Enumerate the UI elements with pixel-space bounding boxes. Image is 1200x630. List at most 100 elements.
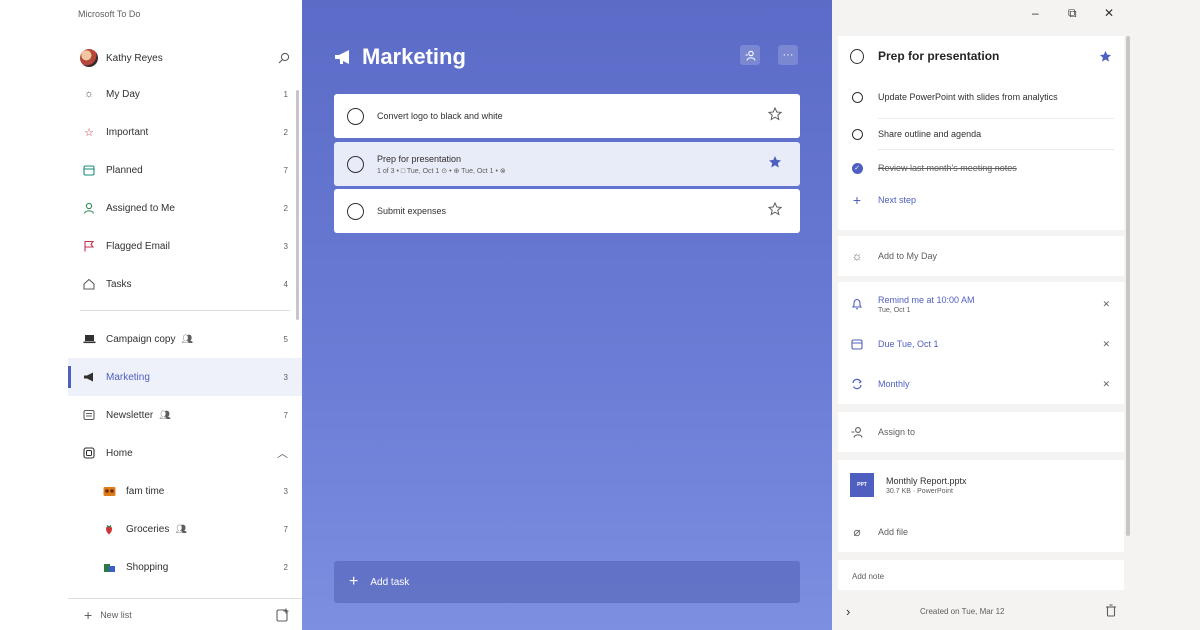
detail-title-row: Prep for presentation bbox=[838, 44, 1124, 68]
star-filled-icon[interactable] bbox=[1099, 50, 1112, 63]
new-list-row[interactable]: + New list bbox=[68, 598, 302, 630]
laptop-icon bbox=[82, 332, 96, 346]
step-item[interactable]: Update PowerPoint with slides from analy… bbox=[838, 78, 1124, 116]
step-label[interactable]: Review last month's meeting notes bbox=[878, 163, 1017, 173]
repeat-row[interactable]: Monthly ✕ bbox=[838, 368, 1124, 400]
task-title: Prep for presentation bbox=[377, 153, 462, 164]
sidebar-item-groceries[interactable]: Groceries 👥︎ 7 bbox=[68, 510, 302, 548]
sidebar-item-label: Important bbox=[106, 126, 149, 138]
sidebar-item-label: Tasks bbox=[106, 278, 132, 290]
task-meta: 1 of 3 • □ Tue, Oct 1 ⊙ • ⊕ Tue, Oct 1 •… bbox=[377, 167, 506, 175]
ppt-file-icon: PPT bbox=[850, 473, 874, 497]
sidebar-scrollbar[interactable] bbox=[296, 90, 299, 320]
calendar-icon bbox=[850, 337, 864, 351]
task-title: Convert logo to black and white bbox=[377, 111, 503, 121]
shared-icon: 👥︎ bbox=[181, 333, 193, 344]
profile-name: Kathy Reyes bbox=[106, 52, 163, 64]
task-item[interactable]: Convert logo to black and white bbox=[334, 94, 800, 138]
sidebar-item-label: Assigned to Me bbox=[106, 202, 175, 214]
sidebar-item-marketing[interactable]: Marketing 3 bbox=[68, 358, 302, 396]
reminder-date: Tue, Oct 1 bbox=[878, 306, 911, 314]
note-card[interactable]: Add note bbox=[838, 560, 1124, 590]
file-name: Monthly Report.pptx bbox=[886, 475, 967, 486]
step-checkbox[interactable] bbox=[851, 91, 863, 103]
collapse-pane-icon[interactable]: › bbox=[846, 604, 850, 619]
sidebar-item-flagged-email[interactable]: Flagged Email 3 bbox=[68, 227, 302, 265]
step-item-completed[interactable]: ✓ Review last month's meeting notes bbox=[838, 156, 1124, 180]
chevron-up-icon[interactable]: ︿ bbox=[277, 445, 288, 461]
detail-title[interactable]: Prep for presentation bbox=[878, 49, 999, 63]
minimize-icon[interactable]: – bbox=[1032, 6, 1039, 20]
task-item[interactable]: Submit expenses bbox=[334, 189, 800, 233]
star-filled-icon[interactable] bbox=[768, 155, 782, 169]
share-list-button[interactable] bbox=[740, 45, 760, 65]
sidebar-item-fam-time[interactable]: fam time 3 bbox=[68, 472, 302, 510]
star-icon: ☆ bbox=[84, 126, 94, 139]
assign-label: Assign to bbox=[878, 427, 916, 437]
complete-checkbox[interactable] bbox=[347, 107, 364, 125]
step-label[interactable]: Update PowerPoint with slides from analy… bbox=[878, 91, 1068, 104]
restore-icon[interactable]: ⧉ bbox=[1068, 6, 1077, 21]
add-to-my-day-card[interactable]: ☼ Add to My Day bbox=[838, 236, 1124, 276]
sidebar-item-assigned-to-me[interactable]: Assigned to Me 2 bbox=[68, 189, 302, 227]
sidebar-item-label: Marketing bbox=[106, 371, 150, 383]
add-task-input[interactable]: + Add task bbox=[334, 561, 800, 603]
complete-checkbox[interactable] bbox=[850, 48, 864, 64]
detail-scrollbar[interactable] bbox=[1126, 36, 1130, 536]
group-home[interactable]: Home ︿ bbox=[68, 434, 302, 472]
assign-card[interactable]: Assign to bbox=[838, 412, 1124, 452]
due-date-row[interactable]: Due Tue, Oct 1 ✕ bbox=[838, 328, 1124, 360]
reminder-row[interactable]: Remind me at 10:00 AM Tue, Oct 1 ✕ bbox=[838, 286, 1124, 322]
search-icon[interactable] bbox=[278, 52, 290, 64]
step-item[interactable]: Share outline and agenda bbox=[838, 122, 1124, 146]
task-detail-pane: – ⧉ ✕ Prep for presentation Update Power… bbox=[832, 0, 1200, 630]
add-task-label: Add task bbox=[370, 576, 410, 588]
more-options-button[interactable]: ··· bbox=[778, 45, 798, 65]
add-note-placeholder[interactable]: Add note bbox=[852, 572, 884, 581]
sidebar-item-label: Newsletter bbox=[106, 409, 154, 421]
sidebar-item-newsletter[interactable]: Newsletter 👥︎ 7 bbox=[68, 396, 302, 434]
repeat-label: Monthly bbox=[878, 379, 910, 389]
star-icon[interactable] bbox=[768, 107, 782, 121]
new-group-icon[interactable] bbox=[276, 608, 290, 622]
item-count: 3 bbox=[283, 486, 288, 496]
attached-file[interactable]: PPT Monthly Report.pptx 30.7 KB · PowerP… bbox=[838, 466, 1124, 504]
file-meta: 30.7 KB · PowerPoint bbox=[886, 487, 953, 495]
step-label[interactable]: Share outline and agenda bbox=[878, 129, 981, 139]
complete-checkbox[interactable] bbox=[347, 202, 364, 220]
item-count: 2 bbox=[283, 562, 288, 572]
remove-due-date-icon[interactable]: ✕ bbox=[1102, 339, 1110, 350]
dates-card: Remind me at 10:00 AM Tue, Oct 1 ✕ Due T… bbox=[838, 282, 1124, 404]
add-file-row[interactable]: ⌀ Add file bbox=[838, 516, 1124, 548]
close-icon[interactable]: ✕ bbox=[1104, 6, 1114, 20]
remove-reminder-icon[interactable]: ✕ bbox=[1102, 299, 1110, 310]
star-icon[interactable] bbox=[768, 202, 782, 216]
sidebar-item-campaign-copy[interactable]: Campaign copy 👥︎ 5 bbox=[68, 320, 302, 358]
step-checkbox[interactable] bbox=[851, 128, 863, 140]
item-count: 7 bbox=[283, 524, 288, 534]
trash-icon[interactable] bbox=[1105, 604, 1117, 617]
flag-icon bbox=[82, 239, 96, 253]
megaphone-icon bbox=[82, 370, 96, 384]
task-item-selected[interactable]: Prep for presentation 1 of 3 • □ Tue, Oc… bbox=[334, 142, 800, 186]
sidebar-item-label: Groceries bbox=[126, 523, 170, 535]
checkmark-icon[interactable]: ✓ bbox=[851, 162, 863, 174]
sidebar-item-planned[interactable]: Planned 7 bbox=[68, 151, 302, 189]
profile-row[interactable]: Kathy Reyes bbox=[68, 44, 302, 72]
remove-repeat-icon[interactable]: ✕ bbox=[1102, 379, 1110, 390]
paperclip-icon: ⌀ bbox=[853, 525, 861, 539]
list-header: Marketing bbox=[334, 44, 466, 70]
item-count: 3 bbox=[283, 372, 288, 382]
sidebar-item-label: My Day bbox=[106, 88, 140, 100]
sidebar-item-my-day[interactable]: ☼ My Day 1 bbox=[68, 75, 302, 113]
sidebar-item-shopping[interactable]: Shopping 2 bbox=[68, 548, 302, 586]
avatar[interactable] bbox=[80, 49, 98, 67]
task-title: Submit expenses bbox=[377, 206, 447, 216]
complete-checkbox[interactable] bbox=[347, 155, 364, 173]
sidebar-item-tasks[interactable]: Tasks 4 bbox=[68, 265, 302, 303]
new-list-label: New list bbox=[100, 609, 132, 620]
app-title: Microsoft To Do bbox=[78, 9, 141, 19]
bell-icon bbox=[850, 297, 864, 311]
next-step-row[interactable]: + Next step bbox=[838, 188, 1124, 212]
sidebar-item-important[interactable]: ☆ Important 2 bbox=[68, 113, 302, 151]
